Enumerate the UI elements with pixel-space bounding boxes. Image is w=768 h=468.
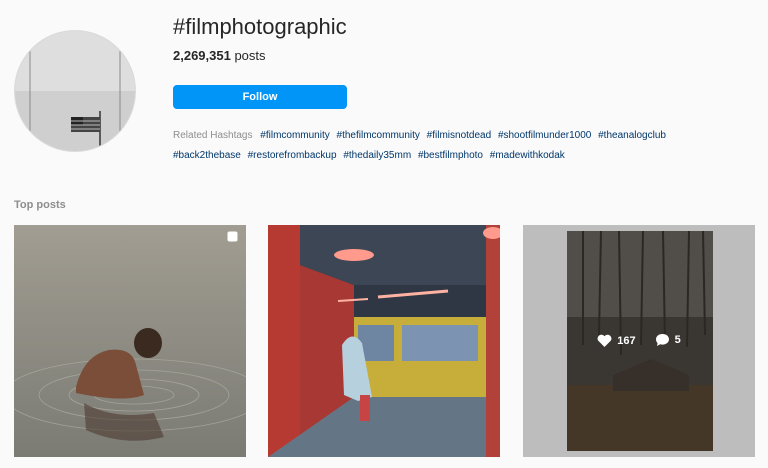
post-count: 2,269,351 posts xyxy=(173,48,266,63)
likes-count: 167 xyxy=(617,334,636,347)
related-hashtag-link[interactable]: #shootfilmunder1000 xyxy=(498,130,591,141)
follow-button[interactable]: Follow xyxy=(173,85,347,109)
comments-count: 5 xyxy=(674,334,681,346)
post-count-suffix: posts xyxy=(230,48,266,63)
related-hashtag-link[interactable]: #restorefrombackup xyxy=(248,150,337,161)
related-hashtag-link[interactable]: #back2thebase xyxy=(173,150,241,161)
comments-stat: 5 xyxy=(655,333,681,347)
related-hashtags: Related Hashtags #filmcommunity #thefilm… xyxy=(173,126,733,166)
related-hashtags-label: Related Hashtags xyxy=(173,130,253,141)
avatar-image xyxy=(15,31,135,151)
post-thumbnail[interactable] xyxy=(268,225,500,457)
top-posts-heading: Top posts xyxy=(14,199,66,211)
carousel-icon xyxy=(227,231,238,242)
heart-icon xyxy=(597,334,612,347)
top-posts-grid: 167 5 xyxy=(14,225,756,457)
post-thumbnail[interactable] xyxy=(14,225,246,457)
related-hashtag-link[interactable]: #thedaily35mm xyxy=(343,150,411,161)
likes-stat: 167 xyxy=(597,334,636,347)
post-count-value: 2,269,351 xyxy=(173,48,231,63)
related-hashtag-link[interactable]: #filmisnotdead xyxy=(427,130,491,141)
post-image xyxy=(14,225,246,457)
related-hashtag-link[interactable]: #theanalogclub xyxy=(598,130,666,141)
related-hashtag-link[interactable]: #filmcommunity xyxy=(260,130,329,141)
flag-icon xyxy=(71,117,100,132)
page-title: #filmphotographic xyxy=(173,14,347,39)
comment-icon xyxy=(655,334,669,346)
post-hover-stats: 167 5 xyxy=(523,333,755,350)
post-image xyxy=(268,225,500,457)
post-thumbnail[interactable]: 167 5 xyxy=(523,225,755,457)
hashtag-avatar xyxy=(14,30,136,152)
related-hashtag-link[interactable]: #madewithkodak xyxy=(490,150,565,161)
related-hashtag-link[interactable]: #bestfilmphoto xyxy=(418,150,483,161)
related-hashtag-link[interactable]: #thefilmcommunity xyxy=(337,130,420,141)
